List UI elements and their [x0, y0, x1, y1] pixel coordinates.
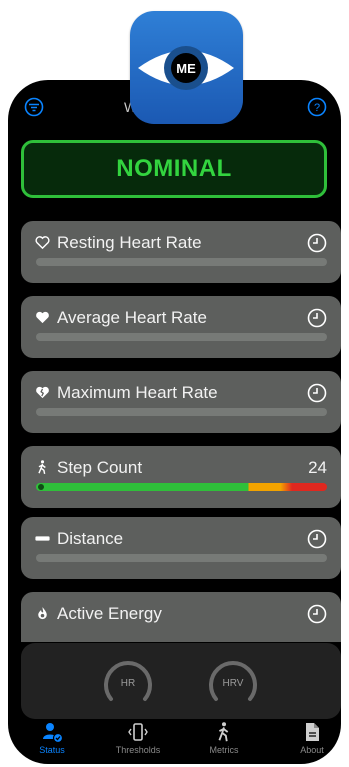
heart-broken-icon [34, 384, 51, 401]
person-badge-icon [41, 721, 64, 744]
tab-label: Status [39, 745, 65, 755]
walk-icon [34, 459, 51, 476]
card-maximum-heart-rate[interactable]: Maximum Heart Rate [21, 371, 341, 433]
card-resting-heart-rate[interactable]: Resting Heart Rate [21, 221, 341, 283]
hrv-gauge-label: HRV [223, 678, 244, 689]
card-step-count[interactable]: Step Count 24 [21, 446, 341, 508]
clock-icon[interactable] [307, 529, 327, 549]
flame-icon [34, 605, 51, 622]
distance-icon [34, 530, 51, 547]
help-icon[interactable]: ? [307, 97, 327, 117]
hrv-gauge[interactable]: HRV [206, 655, 260, 709]
tab-label: About [300, 745, 324, 755]
heart-outline-icon [34, 234, 51, 251]
range-bar [36, 258, 327, 266]
app-icon: ME [130, 11, 243, 124]
card-average-heart-rate[interactable]: Average Heart Rate [21, 296, 341, 358]
status-banner: NOMINAL [21, 140, 327, 198]
clock-icon[interactable] [307, 308, 327, 328]
tab-about[interactable]: About [277, 721, 341, 755]
tab-metrics[interactable]: Metrics [189, 721, 259, 755]
card-label: Active Energy [57, 604, 162, 623]
gauges-panel: HR HRV [21, 643, 341, 719]
vibration-icon [127, 721, 149, 743]
progress-marker [38, 484, 44, 490]
card-label: Step Count [57, 458, 143, 477]
tab-thresholds[interactable]: Thresholds [103, 721, 173, 755]
card-distance[interactable]: Distance [21, 517, 341, 579]
walk-icon [213, 721, 235, 743]
card-label: Resting Heart Rate [57, 233, 202, 252]
svg-text:?: ? [314, 102, 320, 114]
tab-label: Thresholds [115, 745, 161, 755]
hr-gauge[interactable]: HR [101, 655, 155, 709]
clock-icon[interactable] [307, 604, 327, 624]
app-icon-text: ME [176, 61, 196, 76]
hr-gauge-label: HR [121, 678, 135, 689]
clock-icon[interactable] [307, 233, 327, 253]
tab-bar: Status Thresholds Metrics About [8, 718, 341, 764]
filter-icon[interactable] [24, 97, 44, 117]
range-bar [36, 408, 327, 416]
tab-status[interactable]: Status [17, 721, 87, 755]
range-bar [36, 554, 327, 562]
step-count-value: 24 [308, 458, 327, 477]
card-active-energy[interactable]: Active Energy [21, 592, 341, 642]
range-bar [36, 333, 327, 341]
card-label: Average Heart Rate [57, 308, 207, 327]
document-icon [301, 721, 323, 743]
heart-filled-icon [34, 309, 51, 326]
tab-label: Metrics [209, 745, 239, 755]
clock-icon[interactable] [307, 383, 327, 403]
card-label: Distance [57, 529, 124, 548]
step-progress-bar [36, 483, 327, 491]
card-label: Maximum Heart Rate [57, 383, 218, 402]
phone-screen: W ? NOMINAL Resting Heart Rate Average H… [8, 80, 341, 764]
status-label: NOMINAL [116, 155, 232, 182]
